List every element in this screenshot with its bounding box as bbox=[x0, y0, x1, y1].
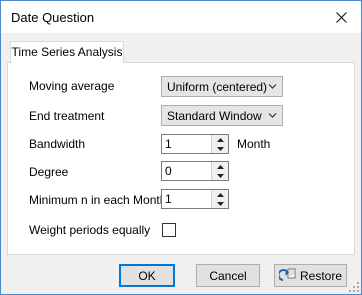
spin-up-icon bbox=[216, 164, 224, 169]
degree-spinbox[interactable]: 0 bbox=[161, 161, 229, 181]
bandwidth-spinbox[interactable]: 1 bbox=[161, 134, 229, 154]
degree-decrement-button[interactable] bbox=[212, 171, 228, 180]
degree-label: Degree bbox=[29, 165, 69, 179]
weight-periods-label: Weight periods equally bbox=[29, 223, 151, 237]
moving-average-value: Uniform (centered) bbox=[167, 80, 268, 94]
spin-down-icon bbox=[216, 146, 224, 151]
minimum-n-label: Minimum n in each Month bbox=[29, 193, 167, 207]
window-title: Date Question bbox=[11, 10, 95, 25]
bandwidth-value: 1 bbox=[165, 137, 172, 151]
end-treatment-select[interactable]: Standard Window bbox=[161, 105, 283, 126]
ok-button-label: OK bbox=[138, 268, 156, 283]
spin-up-icon bbox=[216, 137, 224, 142]
cancel-button[interactable]: Cancel bbox=[196, 264, 260, 287]
ok-button[interactable]: OK bbox=[119, 264, 175, 287]
restore-button[interactable]: Restore bbox=[274, 264, 347, 287]
spin-down-icon bbox=[216, 201, 224, 206]
spin-down-icon bbox=[216, 173, 224, 178]
close-icon bbox=[335, 11, 347, 23]
end-treatment-value: Standard Window bbox=[167, 109, 262, 123]
bandwidth-decrement-button[interactable] bbox=[212, 144, 228, 153]
title-bar: Date Question bbox=[1, 1, 361, 33]
minimum-n-spinbox[interactable]: 1 bbox=[161, 189, 229, 209]
cancel-button-label: Cancel bbox=[209, 268, 247, 283]
dialog-window: Date Question Time Series Analysis Movin… bbox=[0, 0, 362, 295]
bandwidth-spin-buttons bbox=[211, 135, 228, 153]
close-button[interactable] bbox=[321, 1, 361, 33]
chevron-down-icon bbox=[268, 84, 277, 89]
spin-up-icon bbox=[216, 192, 224, 197]
restore-icon bbox=[278, 268, 296, 281]
degree-value: 0 bbox=[165, 164, 172, 178]
bandwidth-unit: Month bbox=[237, 137, 271, 151]
chevron-down-icon bbox=[268, 113, 277, 118]
tab-time-series-analysis[interactable]: Time Series Analysis bbox=[10, 41, 124, 63]
moving-average-select[interactable]: Uniform (centered) bbox=[161, 76, 283, 97]
resize-gripper-icon[interactable] bbox=[349, 282, 359, 292]
minimum-n-value: 1 bbox=[165, 192, 172, 206]
minimum-n-decrement-button[interactable] bbox=[212, 199, 228, 208]
bandwidth-label: Bandwidth bbox=[29, 137, 86, 151]
weight-periods-checkbox[interactable] bbox=[162, 223, 176, 237]
minimum-n-spin-buttons bbox=[211, 190, 228, 208]
restore-button-label: Restore bbox=[299, 268, 343, 283]
degree-spin-buttons bbox=[211, 162, 228, 180]
end-treatment-label: End treatment bbox=[29, 109, 105, 123]
moving-average-label: Moving average bbox=[29, 79, 115, 93]
